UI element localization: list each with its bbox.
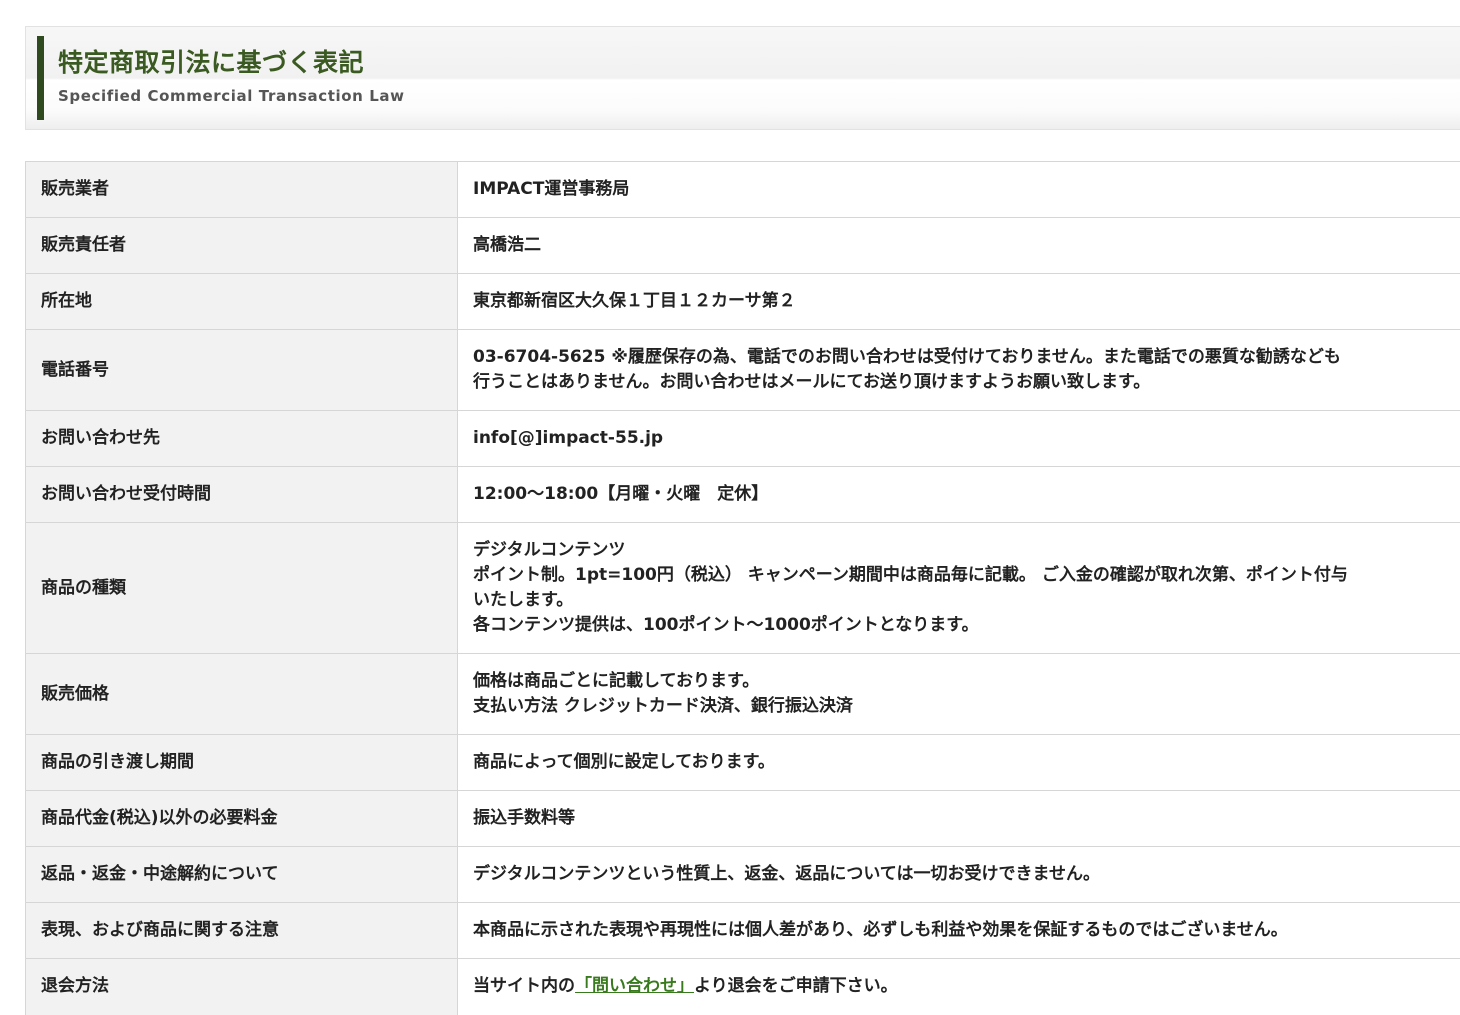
table-row: 販売価格 価格は商品ごとに記載しております。 支払い方法 クレジットカード決済、… xyxy=(26,654,1460,735)
value-line: IMPACT運営事務局 xyxy=(473,177,1446,202)
row-label-manager: 販売責任者 xyxy=(26,218,458,274)
table-row: 電話番号 03-6704-5625 ※履歴保存の為、電話でのお問い合わせは受付け… xyxy=(26,330,1460,411)
value-line: ポイント制。1pt=100円（税込） キャンペーン期間中は商品毎に記載。 ご入金… xyxy=(473,563,1446,588)
table-row: 退会方法 当サイト内の「問い合わせ」より退会をご申請下さい。 xyxy=(26,959,1460,1015)
row-value-hours: 12:00～18:00【月曜・火曜 定休】 xyxy=(458,467,1460,523)
table-row: 販売業者 IMPACT運営事務局 xyxy=(26,162,1460,218)
value-line: 本商品に示された表現や再現性には個人差があり、必ずしも利益や効果を保証するもので… xyxy=(473,918,1446,943)
row-value-phone: 03-6704-5625 ※履歴保存の為、電話でのお問い合わせは受付けておりませ… xyxy=(458,330,1460,411)
value-line: いたします。 xyxy=(473,588,1446,613)
row-label-seller: 販売業者 xyxy=(26,162,458,218)
withdrawal-suffix: より退会をご申請下さい。 xyxy=(694,976,898,996)
value-line: 行うことはありません。お問い合わせはメールにてお送り頂けますようお願い致します。 xyxy=(473,370,1446,395)
transaction-law-table: 販売業者 IMPACT運営事務局 販売責任者 高橋浩二 所在地 東京都新宿区大久… xyxy=(25,161,1460,1015)
row-value-product-type: デジタルコンテンツ ポイント制。1pt=100円（税込） キャンペーン期間中は商… xyxy=(458,523,1460,654)
row-label-address: 所在地 xyxy=(26,274,458,330)
row-value-disclaimer: 本商品に示された表現や再現性には個人差があり、必ずしも利益や効果を保証するもので… xyxy=(458,903,1460,959)
row-value-refund: デジタルコンテンツという性質上、返金、返品については一切お受けできません。 xyxy=(458,847,1460,903)
row-label-product-type: 商品の種類 xyxy=(26,523,458,654)
row-value-manager: 高橋浩二 xyxy=(458,218,1460,274)
page-header: 特定商取引法に基づく表記 Specified Commercial Transa… xyxy=(25,26,1460,130)
table-row: 商品代金(税込)以外の必要料金 振込手数料等 xyxy=(26,791,1460,847)
row-label-refund: 返品・返金・中途解約について xyxy=(26,847,458,903)
table-row: 販売責任者 高橋浩二 xyxy=(26,218,1460,274)
row-value-withdrawal: 当サイト内の「問い合わせ」より退会をご申請下さい。 xyxy=(458,959,1460,1015)
row-label-delivery: 商品の引き渡し期間 xyxy=(26,735,458,791)
row-value-delivery: 商品によって個別に設定しております。 xyxy=(458,735,1460,791)
row-label-withdrawal: 退会方法 xyxy=(26,959,458,1015)
row-value-contact: info[@]impact-55.jp xyxy=(458,411,1460,467)
value-line: 12:00～18:00【月曜・火曜 定休】 xyxy=(473,482,1446,507)
value-line: 各コンテンツ提供は、100ポイント～1000ポイントとなります。 xyxy=(473,613,1446,638)
contact-email: info[@]impact-55.jp xyxy=(473,426,1446,451)
row-label-hours: お問い合わせ受付時間 xyxy=(26,467,458,523)
value-line: 東京都新宿区大久保１丁目１２カーサ第２ xyxy=(473,289,1446,314)
row-label-extra-fees: 商品代金(税込)以外の必要料金 xyxy=(26,791,458,847)
page-title: 特定商取引法に基づく表記 xyxy=(58,43,364,79)
value-line: デジタルコンテンツという性質上、返金、返品については一切お受けできません。 xyxy=(473,862,1446,887)
withdrawal-prefix: 当サイト内の xyxy=(473,976,575,996)
row-label-phone: 電話番号 xyxy=(26,330,458,411)
row-label-disclaimer: 表現、および商品に関する注意 xyxy=(26,903,458,959)
table-row: 所在地 東京都新宿区大久保１丁目１２カーサ第２ xyxy=(26,274,1460,330)
table-row: お問い合わせ先 info[@]impact-55.jp xyxy=(26,411,1460,467)
value-line: 価格は商品ごとに記載しております。 xyxy=(473,669,1446,694)
table-row: 商品の種類 デジタルコンテンツ ポイント制。1pt=100円（税込） キャンペー… xyxy=(26,523,1460,654)
value-line: 振込手数料等 xyxy=(473,806,1446,831)
value-line: デジタルコンテンツ xyxy=(473,538,1446,563)
value-line: 支払い方法 クレジットカード決済、銀行振込決済 xyxy=(473,694,1446,719)
value-line: 高橋浩二 xyxy=(473,233,1446,258)
row-label-contact: お問い合わせ先 xyxy=(26,411,458,467)
contact-link[interactable]: 「問い合わせ」 xyxy=(575,976,694,996)
row-value-seller: IMPACT運営事務局 xyxy=(458,162,1460,218)
value-line: 03-6704-5625 ※履歴保存の為、電話でのお問い合わせは受付けておりませ… xyxy=(473,345,1446,370)
header-accent-bar xyxy=(37,36,44,120)
table-row: 商品の引き渡し期間 商品によって個別に設定しております。 xyxy=(26,735,1460,791)
table-row: お問い合わせ受付時間 12:00～18:00【月曜・火曜 定休】 xyxy=(26,467,1460,523)
table-row: 返品・返金・中途解約について デジタルコンテンツという性質上、返金、返品について… xyxy=(26,847,1460,903)
row-value-price: 価格は商品ごとに記載しております。 支払い方法 クレジットカード決済、銀行振込決… xyxy=(458,654,1460,735)
table-row: 表現、および商品に関する注意 本商品に示された表現や再現性には個人差があり、必ず… xyxy=(26,903,1460,959)
value-line: 商品によって個別に設定しております。 xyxy=(473,750,1446,775)
row-label-price: 販売価格 xyxy=(26,654,458,735)
row-value-extra-fees: 振込手数料等 xyxy=(458,791,1460,847)
row-value-address: 東京都新宿区大久保１丁目１２カーサ第２ xyxy=(458,274,1460,330)
page-subtitle: Specified Commercial Transaction Law xyxy=(58,87,405,105)
